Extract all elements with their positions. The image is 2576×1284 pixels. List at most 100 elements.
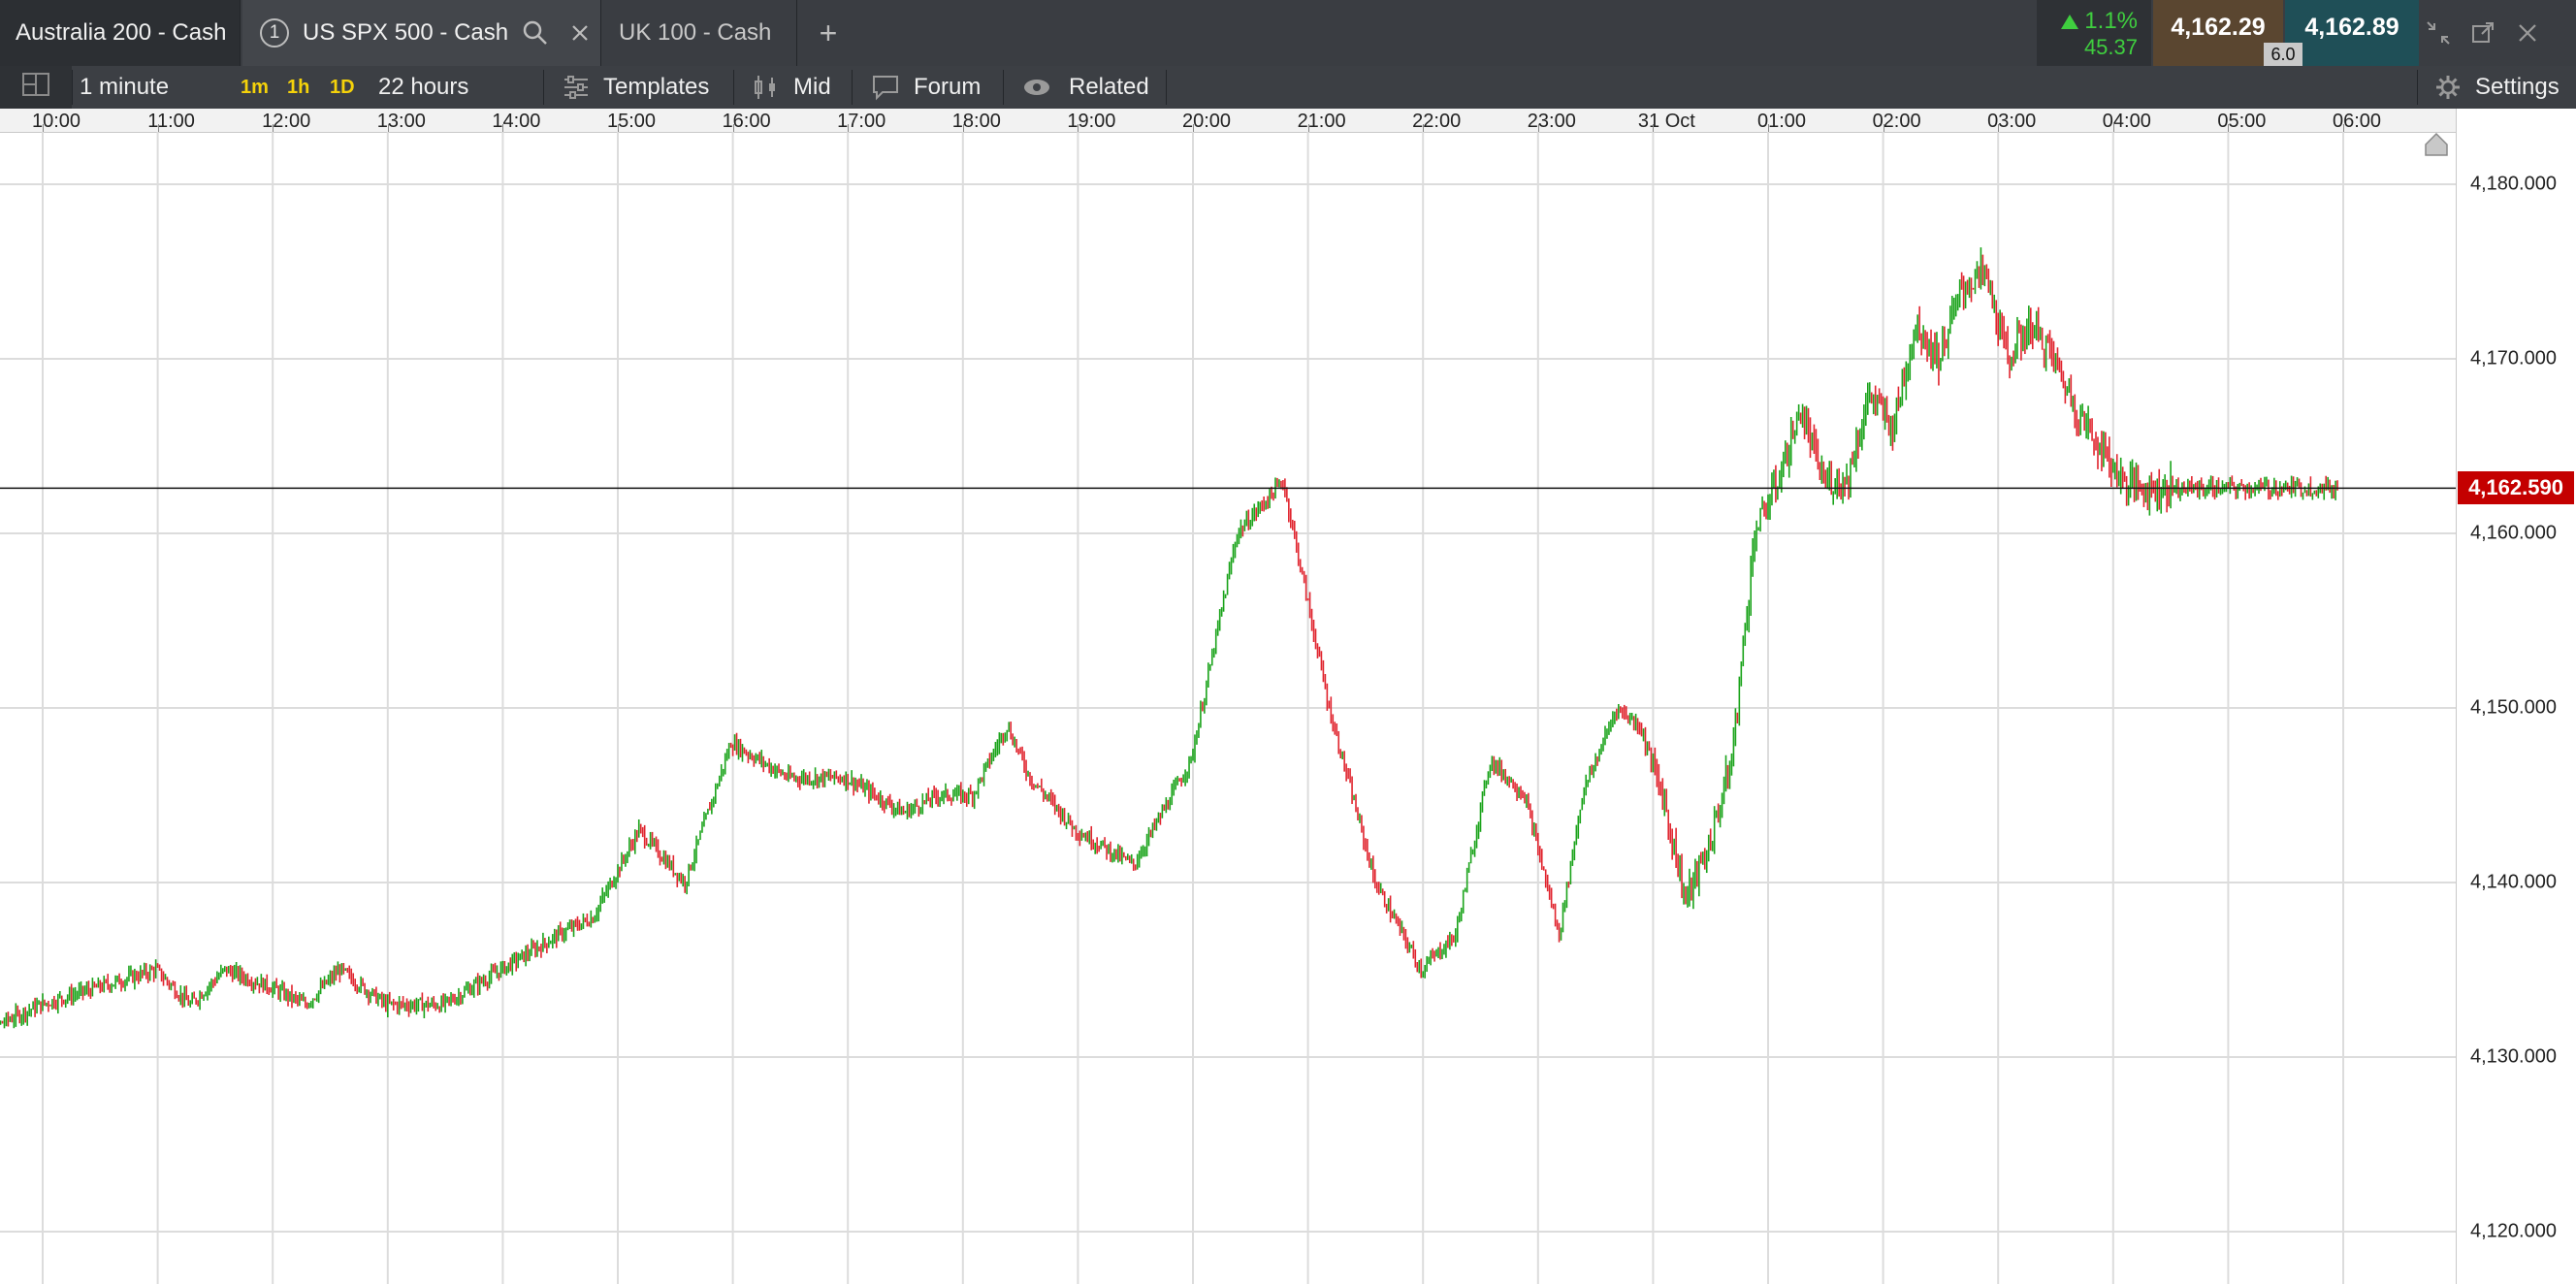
time-tick-label: 17:00	[837, 111, 886, 132]
time-tick-label: 11:00	[147, 111, 195, 132]
layout-icon	[21, 72, 50, 104]
current-price-label: 4,162.590	[2458, 471, 2574, 505]
time-tick-label: 16:00	[722, 111, 771, 132]
templates-button[interactable]: Templates	[563, 66, 709, 109]
timeframe-1h-button[interactable]: 1h	[287, 66, 309, 109]
close-window-icon[interactable]	[2512, 17, 2543, 48]
time-tick	[273, 124, 274, 132]
time-tick-label: 13:00	[376, 111, 426, 132]
time-tick-label: 04:00	[2102, 111, 2151, 132]
layout-button[interactable]	[0, 66, 72, 109]
price-tick-label: 4,170.000	[2470, 347, 2557, 369]
change-box: 1.1% 45.37	[2037, 0, 2151, 66]
tab-label: UK 100 - Cash	[619, 19, 772, 46]
related-button[interactable]: Related	[1022, 66, 1149, 109]
time-tick	[1307, 124, 1309, 132]
time-tick	[43, 124, 44, 132]
templates-label: Templates	[603, 74, 710, 100]
price-tick-label: 4,180.000	[2470, 173, 2557, 195]
time-tick	[2112, 124, 2114, 132]
time-tick-label: 01:00	[1756, 111, 1807, 132]
close-icon[interactable]	[570, 23, 590, 43]
time-tick-label: 15:00	[606, 111, 657, 132]
time-tick	[1537, 124, 1539, 132]
time-tick-label: 21:00	[1297, 111, 1346, 132]
up-arrow-icon	[2061, 14, 2079, 29]
candlestick-icon	[753, 74, 780, 101]
range-value: 22 hours	[378, 74, 469, 100]
range-select[interactable]: 22 hours	[378, 66, 533, 109]
change-absolute: 45.37	[2083, 35, 2138, 59]
time-tick-label: 20:00	[1181, 111, 1232, 132]
time-tick	[502, 124, 504, 132]
time-tick-label: 19:00	[1067, 111, 1116, 132]
time-tick-label: 06:00	[2332, 111, 2382, 132]
time-tick	[1653, 124, 1655, 132]
templates-icon	[563, 76, 590, 99]
timeframe-1d-label: 1D	[330, 76, 355, 98]
scroll-to-latest-icon[interactable]	[2423, 130, 2450, 157]
price-type-button[interactable]: Mid	[753, 66, 831, 109]
spread-value: 6.0	[2264, 43, 2302, 66]
price-tick-label: 4,130.000	[2470, 1045, 2557, 1068]
add-tab-button[interactable]: +	[801, 0, 855, 66]
chat-icon	[871, 74, 900, 101]
time-tick	[1423, 124, 1425, 132]
search-icon[interactable]	[522, 19, 549, 47]
time-tick	[387, 124, 389, 132]
time-tick-label: 03:00	[1987, 111, 2037, 132]
timeframe-1h-label: 1h	[287, 76, 310, 98]
tab-label: Australia 200 - Cash	[16, 19, 227, 46]
tab-number-badge: 1	[260, 18, 289, 48]
change-percent: 1.1%	[2061, 8, 2138, 35]
timeframe-1d-button[interactable]: 1D	[330, 66, 355, 109]
time-tick	[1998, 124, 2000, 132]
price-axis[interactable]: 4,180.000 4,170.000 4,160.000 4,150.000 4,14…	[2456, 109, 2576, 1284]
tab-uk-100[interactable]: UK 100 - Cash	[603, 0, 797, 66]
interval-value: 1 minute	[80, 74, 170, 100]
time-tick-label: 02:00	[1872, 111, 1921, 132]
time-tick-label: 10:00	[31, 111, 81, 132]
timeframe-1m-button[interactable]: 1m	[241, 66, 269, 109]
add-tab-label: +	[819, 15, 838, 50]
tab-label: US SPX 500 - Cash	[303, 19, 509, 46]
time-tick	[848, 124, 850, 132]
time-tick	[732, 124, 734, 132]
time-axis[interactable]: 10:00 11:00 12:00 13:00 14:00 15:00 16:00 17:00…	[0, 109, 2456, 133]
time-tick	[962, 124, 964, 132]
forum-button[interactable]: Forum	[871, 66, 981, 109]
change-percent-value: 1.1%	[2084, 8, 2138, 34]
time-tick-label: 12:00	[262, 111, 311, 132]
price-tick-label: 4,160.000	[2470, 522, 2557, 544]
price-tick-label: 4,140.000	[2470, 871, 2557, 893]
price-tick-label: 4,120.000	[2470, 1220, 2557, 1242]
price-tick-label: 4,150.000	[2470, 696, 2557, 719]
settings-label: Settings	[2475, 74, 2560, 100]
collapse-icon[interactable]	[2423, 17, 2454, 48]
tab-us-spx-500[interactable]: 1 US SPX 500 - Cash	[242, 0, 601, 66]
chart-toolbar: 1 minute 1m 1h 1D 22 hours Templates Mid…	[0, 66, 2576, 110]
popout-icon[interactable]	[2467, 17, 2498, 48]
buy-price-button[interactable]: 4,162.89	[2285, 0, 2419, 66]
price-chart[interactable]	[0, 132, 2456, 1284]
time-tick-label: 14:00	[492, 111, 541, 132]
time-tick-label: 31 Oct	[1637, 111, 1695, 132]
interval-select[interactable]: 1 minute	[80, 66, 235, 109]
time-tick	[2228, 124, 2230, 132]
time-tick-label: 23:00	[1527, 111, 1576, 132]
time-tick-label: 05:00	[2217, 111, 2267, 132]
eye-icon	[1022, 77, 1051, 98]
timeframe-1m-label: 1m	[241, 76, 269, 98]
time-tick	[1768, 124, 1769, 132]
time-tick-label: 18:00	[951, 111, 1001, 132]
forum-label: Forum	[914, 74, 982, 100]
time-tick	[1193, 124, 1194, 132]
tab-australia-200[interactable]: Australia 200 - Cash	[0, 0, 241, 66]
time-tick	[1078, 124, 1079, 132]
time-tick-label: 22:00	[1412, 111, 1462, 132]
settings-button[interactable]: Settings	[2434, 66, 2560, 109]
gear-icon	[2434, 74, 2462, 101]
time-tick	[2343, 124, 2344, 132]
tab-bar: Australia 200 - Cash 1 US SPX 500 - Cash…	[0, 0, 2576, 67]
candlestick-series	[0, 247, 2338, 1029]
